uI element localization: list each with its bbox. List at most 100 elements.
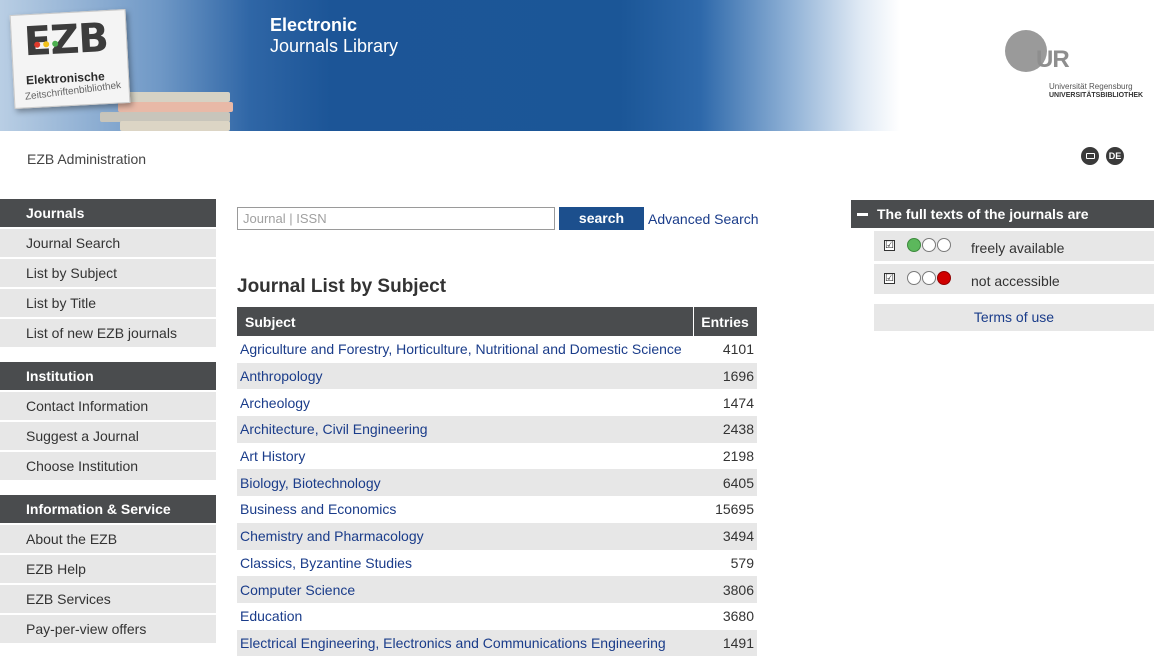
sidebar-item-services[interactable]: EZB Services — [0, 583, 216, 613]
entries-count: 15695 — [715, 501, 754, 518]
subject-link[interactable]: Business and Economics — [240, 501, 396, 517]
ur-letters: UR — [1036, 46, 1070, 73]
book-decoration — [118, 102, 233, 112]
legend-label: not accessible — [971, 273, 1060, 289]
subject-cell: Anthropology — [237, 362, 694, 390]
subject-link[interactable]: Agriculture and Forestry, Horticulture, … — [240, 341, 682, 357]
entries-count: 1474 — [722, 394, 754, 411]
entries-count: 6405 — [693, 469, 757, 497]
light-off — [937, 238, 951, 252]
table-row: Anthropology 1696 — [237, 362, 757, 390]
legend-label: freely available — [971, 240, 1065, 256]
entries-count: 579 — [730, 554, 754, 571]
subject-table: Subject Entries Agriculture and Forestry… — [237, 307, 757, 657]
sidebar-item-list-by-title[interactable]: List by Title — [0, 287, 216, 317]
checkbox-not-accessible[interactable]: ☑ — [884, 273, 895, 284]
column-header-subject: Subject — [237, 307, 694, 336]
checkbox-freely-available[interactable]: ☑ — [884, 240, 895, 251]
subject-cell: Chemistry and Pharmacology — [237, 522, 694, 550]
subject-cell: Art History — [237, 443, 694, 470]
subject-link[interactable]: Biology, Biotechnology — [240, 475, 381, 491]
entries-count: 3494 — [693, 522, 757, 550]
sidebar-item-list-by-subject[interactable]: List by Subject — [0, 257, 216, 287]
traffic-light-green-icon — [907, 238, 951, 252]
subject-link[interactable]: Art History — [240, 448, 305, 464]
subject-cell: Classics, Byzantine Studies — [237, 550, 694, 577]
nav-group-info-service: Information & Service About the EZB EZB … — [0, 495, 216, 643]
subject-cell: Archeology — [237, 389, 694, 416]
subject-link[interactable]: Architecture, Civil Engineering — [240, 421, 428, 437]
print-icon[interactable] — [1081, 147, 1099, 165]
table-row: Art History 2198 — [237, 443, 757, 470]
subject-cell: Architecture, Civil Engineering — [237, 416, 694, 443]
traffic-light-icon — [34, 40, 59, 48]
entries-count: 1491 — [693, 629, 757, 657]
legend-item-not-accessible: ☑ not accessible — [874, 264, 1154, 294]
sidebar-item-pay-per-view[interactable]: Pay-per-view offers — [0, 613, 216, 643]
green-dot — [52, 40, 59, 47]
subject-cell: Biology, Biotechnology — [237, 469, 694, 497]
university-logo[interactable]: UR Universität Regensburg UNIVERSITÄTSBI… — [1003, 28, 1143, 108]
table-row: Biology, Biotechnology 6405 — [237, 469, 757, 497]
subject-cell: Education — [237, 603, 694, 630]
subject-cell: Computer Science — [237, 576, 694, 603]
subject-link[interactable]: Archeology — [240, 395, 310, 411]
language-switch-icon[interactable]: DE — [1106, 147, 1124, 165]
sidebar-item-about[interactable]: About the EZB — [0, 523, 216, 553]
table-row: Computer Science 3806 — [237, 576, 757, 603]
logo-card: EZB Elektronische Zeitschriftenbibliothe… — [9, 9, 131, 109]
logo-mark: EZB — [22, 15, 109, 66]
light-off — [922, 238, 936, 252]
sidebar-item-help[interactable]: EZB Help — [0, 553, 216, 583]
subject-link[interactable]: Education — [240, 608, 302, 624]
sidebar-item-journal-search[interactable]: Journal Search — [0, 227, 216, 257]
university-name: Universität Regensburg — [1049, 82, 1133, 91]
admin-link[interactable]: EZB Administration — [27, 151, 146, 167]
subject-cell: Agriculture and Forestry, Horticulture, … — [237, 336, 694, 363]
book-decoration — [120, 121, 230, 131]
site-title-line2: Journals Library — [270, 36, 399, 56]
collapse-icon[interactable] — [857, 213, 868, 216]
nav-heading-journals: Journals — [0, 199, 216, 227]
printer-glyph — [1085, 153, 1095, 159]
sidebar-item-contact[interactable]: Contact Information — [0, 390, 216, 420]
advanced-search-link[interactable]: Advanced Search — [648, 211, 759, 227]
table-row: Business and Economics 15695 — [237, 496, 757, 523]
table-row: Education 3680 — [237, 603, 757, 630]
table-row: Architecture, Civil Engineering 2438 — [237, 416, 757, 443]
light-off — [907, 271, 921, 285]
terms-of-use-link[interactable]: Terms of use — [974, 309, 1054, 325]
light-green — [907, 238, 921, 252]
sidebar-item-choose-institution[interactable]: Choose Institution — [0, 450, 216, 480]
light-off — [922, 271, 936, 285]
subject-link[interactable]: Electrical Engineering, Electronics and … — [240, 635, 666, 651]
light-red — [937, 271, 951, 285]
sidebar-item-suggest-journal[interactable]: Suggest a Journal — [0, 420, 216, 450]
red-dot — [34, 41, 41, 48]
table-row: Chemistry and Pharmacology 3494 — [237, 522, 757, 550]
nav-group-institution: Institution Contact Information Suggest … — [0, 362, 216, 480]
header-banner: EZB Elektronische Zeitschriftenbibliothe… — [0, 0, 900, 131]
table-header-row: Subject Entries — [237, 307, 757, 336]
table-row: Agriculture and Forestry, Horticulture, … — [237, 336, 757, 363]
entries-count: 3806 — [693, 576, 757, 603]
page-header: EZB Elektronische Zeitschriftenbibliothe… — [0, 0, 1155, 131]
subject-cell: Business and Economics — [237, 496, 694, 523]
availability-legend: The full texts of the journals are ☑ fre… — [851, 200, 1154, 331]
subject-link[interactable]: Anthropology — [240, 368, 323, 384]
legend-heading[interactable]: The full texts of the journals are — [851, 200, 1154, 228]
traffic-light-red-icon — [907, 271, 951, 285]
subject-link[interactable]: Classics, Byzantine Studies — [240, 555, 412, 571]
search-input[interactable] — [237, 207, 555, 230]
subject-link[interactable]: Chemistry and Pharmacology — [240, 528, 424, 544]
site-title-line1: Electronic — [270, 15, 358, 35]
site-title: Electronic Journals Library — [270, 15, 398, 57]
subject-cell: Electrical Engineering, Electronics and … — [237, 629, 694, 657]
search-button[interactable]: search — [559, 207, 644, 230]
subject-link[interactable]: Computer Science — [240, 582, 355, 598]
nav-group-journals: Journals Journal Search List by Subject … — [0, 199, 216, 347]
sidebar-item-new-journals[interactable]: List of new EZB journals — [0, 317, 216, 347]
ezb-logo[interactable]: EZB Elektronische Zeitschriftenbibliothe… — [0, 0, 245, 131]
column-header-entries: Entries — [693, 307, 757, 336]
sidebar: Journals Journal Search List by Subject … — [0, 199, 216, 658]
